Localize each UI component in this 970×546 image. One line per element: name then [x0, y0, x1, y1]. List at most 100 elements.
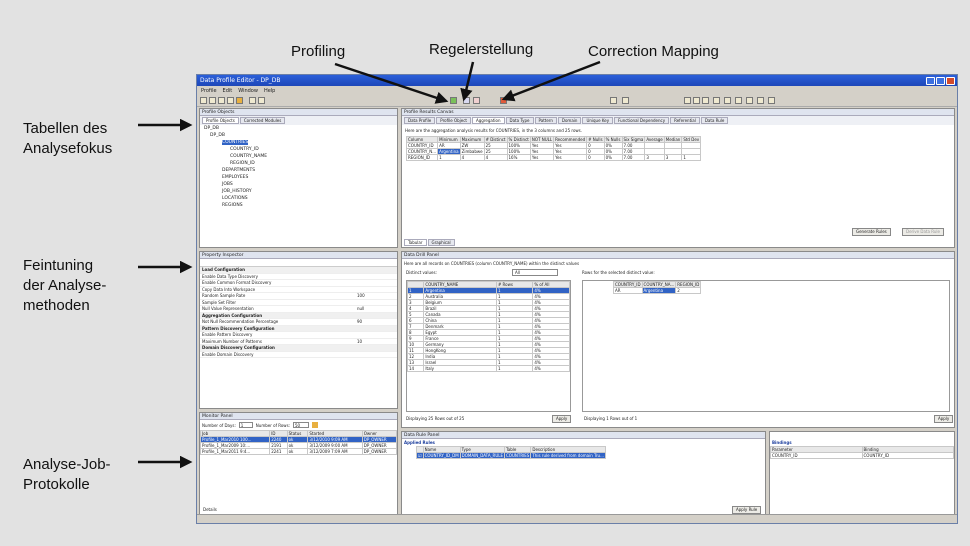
- table-icon[interactable]: [757, 97, 764, 104]
- tab-tabular[interactable]: Tabular: [404, 239, 427, 246]
- rows-apply-button[interactable]: Apply: [934, 415, 954, 423]
- tab-graphical[interactable]: Graphical: [427, 239, 455, 246]
- column-header[interactable]: COUNTRY_ID: [613, 281, 643, 288]
- column-header[interactable]: # Distinct: [483, 136, 508, 143]
- column-header[interactable]: % Distinct: [506, 136, 531, 143]
- column-header[interactable]: NOT NULL: [529, 136, 555, 143]
- column-header[interactable]: Median: [663, 136, 683, 143]
- property-value[interactable]: [357, 274, 397, 280]
- tree-node[interactable]: DEPARTMENTS: [200, 167, 397, 174]
- table-row[interactable]: REGION_ID 1 4 4 16% Yes Yes 0 0% 7.00 3 3 1: [405, 154, 702, 161]
- column-header[interactable]: % Nulls: [603, 136, 623, 143]
- tab-profile-objects[interactable]: Profile Objects: [202, 117, 239, 124]
- run-job-icon[interactable]: [312, 422, 319, 428]
- help-icon[interactable]: [610, 97, 617, 104]
- minimize-button[interactable]: [926, 76, 935, 85]
- table-row[interactable]: 14 Italy 1 4%: [407, 365, 570, 372]
- tab-unique-key[interactable]: Unique Key: [582, 117, 614, 124]
- derive-data-rule-button[interactable]: Derive Data Rule: [902, 228, 944, 236]
- menu-window[interactable]: Window: [238, 88, 258, 94]
- fit-icon[interactable]: [702, 97, 709, 104]
- profiling-icon[interactable]: [450, 97, 457, 104]
- tree-node[interactable]: COUNTRIES: [200, 139, 397, 146]
- distinct-values-select[interactable]: All: [512, 269, 558, 276]
- close-button[interactable]: [946, 76, 955, 85]
- tree-node[interactable]: COUNTRY_ID: [200, 146, 397, 153]
- tree-node[interactable]: JOBS: [200, 181, 397, 188]
- property-value[interactable]: [357, 345, 397, 351]
- tab-profile-object[interactable]: Profile Object: [436, 117, 472, 124]
- drill-apply-button[interactable]: Apply: [552, 415, 572, 423]
- num-days-input[interactable]: 1: [238, 422, 253, 428]
- tab-data-profile[interactable]: Data Profile: [404, 117, 436, 124]
- column-header[interactable]: # Nulls: [586, 136, 605, 143]
- menu-edit[interactable]: Edit: [223, 88, 233, 94]
- chart-icon[interactable]: [713, 97, 720, 104]
- tab-referential[interactable]: Referential: [670, 117, 700, 124]
- save-icon[interactable]: [218, 97, 225, 104]
- tab-aggregation[interactable]: Aggregation: [472, 117, 505, 124]
- settings-icon[interactable]: [768, 97, 775, 104]
- column-header[interactable]: Six Sigma: [621, 136, 646, 143]
- property-value[interactable]: 100: [357, 293, 397, 299]
- copy-icon[interactable]: [258, 97, 265, 104]
- tab-data-type[interactable]: Data Type: [505, 117, 534, 124]
- zoom-out-icon[interactable]: [693, 97, 700, 104]
- property-value[interactable]: [357, 267, 397, 273]
- tab-pattern[interactable]: Pattern: [534, 117, 557, 124]
- derive-rule-icon[interactable]: [463, 97, 470, 104]
- correction-mapping-icon[interactable]: [500, 97, 507, 104]
- table-row[interactable]: AR Argentina 2: [613, 287, 702, 294]
- column-header[interactable]: COUNTRY_NA...: [641, 281, 677, 288]
- rule-icon[interactable]: [473, 97, 480, 104]
- refresh-icon[interactable]: [622, 97, 629, 104]
- property-value[interactable]: [357, 326, 397, 332]
- apply-rule-button[interactable]: Apply Rule: [732, 506, 762, 514]
- cut-icon[interactable]: [249, 97, 256, 104]
- tab-data-rule[interactable]: Data Rule: [700, 117, 729, 124]
- layout-icon[interactable]: [724, 97, 731, 104]
- property-value[interactable]: [357, 300, 397, 306]
- property-value[interactable]: [357, 313, 397, 319]
- menu-profile[interactable]: Profile: [201, 88, 217, 94]
- column-header[interactable]: Recommended: [553, 136, 588, 143]
- property-value[interactable]: 90: [357, 319, 397, 325]
- property-value[interactable]: null: [357, 306, 397, 312]
- menu-help[interactable]: Help: [264, 88, 275, 94]
- list-icon[interactable]: [746, 97, 753, 104]
- property-value[interactable]: [357, 287, 397, 293]
- tree-node[interactable]: JOB_HISTORY: [200, 188, 397, 195]
- print-icon[interactable]: [227, 97, 234, 104]
- tree-node[interactable]: EMPLOYEES: [200, 174, 397, 181]
- column-header[interactable]: Average: [644, 136, 665, 143]
- table-row[interactable]: ☑ COUNTRY_ID_DM DOMAIN_DATA_RULE COUNTRI…: [416, 452, 606, 459]
- generate-rules-button[interactable]: Generate Rules: [852, 228, 891, 236]
- tree-node[interactable]: REGIONS: [200, 202, 397, 209]
- maximize-button[interactable]: [936, 76, 945, 85]
- column-header[interactable]: Maximum: [459, 136, 485, 143]
- column-header[interactable]: Std Dev: [681, 136, 702, 143]
- num-rows-input[interactable]: 50: [293, 422, 310, 428]
- table-row[interactable]: COUNTRY_ID COUNTRY_ID: [770, 452, 954, 459]
- column-header[interactable]: Minimum: [437, 136, 461, 143]
- run-icon[interactable]: [236, 97, 243, 104]
- property-value[interactable]: 10: [357, 339, 397, 345]
- property-value[interactable]: [357, 352, 397, 358]
- tab-functional-dependency[interactable]: Functional Dependency: [614, 117, 670, 124]
- tree-node[interactable]: COUNTRY_NAME: [200, 153, 397, 160]
- rule-checkbox[interactable]: ☑: [416, 452, 424, 459]
- tree-node[interactable]: LOCATIONS: [200, 195, 397, 202]
- new-icon[interactable]: [200, 97, 207, 104]
- tree-node[interactable]: REGION_ID: [200, 160, 397, 167]
- zoom-in-icon[interactable]: [684, 97, 691, 104]
- open-icon[interactable]: [209, 97, 216, 104]
- property-value[interactable]: [357, 280, 397, 286]
- tab-corrected-modules[interactable]: Corrected Modules: [239, 117, 286, 124]
- grid-icon[interactable]: [735, 97, 742, 104]
- tree-node[interactable]: DP_DB: [200, 125, 397, 132]
- monitor-details-label[interactable]: Details: [203, 507, 217, 512]
- property-value[interactable]: [357, 332, 397, 338]
- tree-node[interactable]: DP_DB: [200, 132, 397, 139]
- property-row[interactable]: Enable Domain Discovery: [200, 352, 397, 358]
- tab-domain[interactable]: Domain: [557, 117, 582, 124]
